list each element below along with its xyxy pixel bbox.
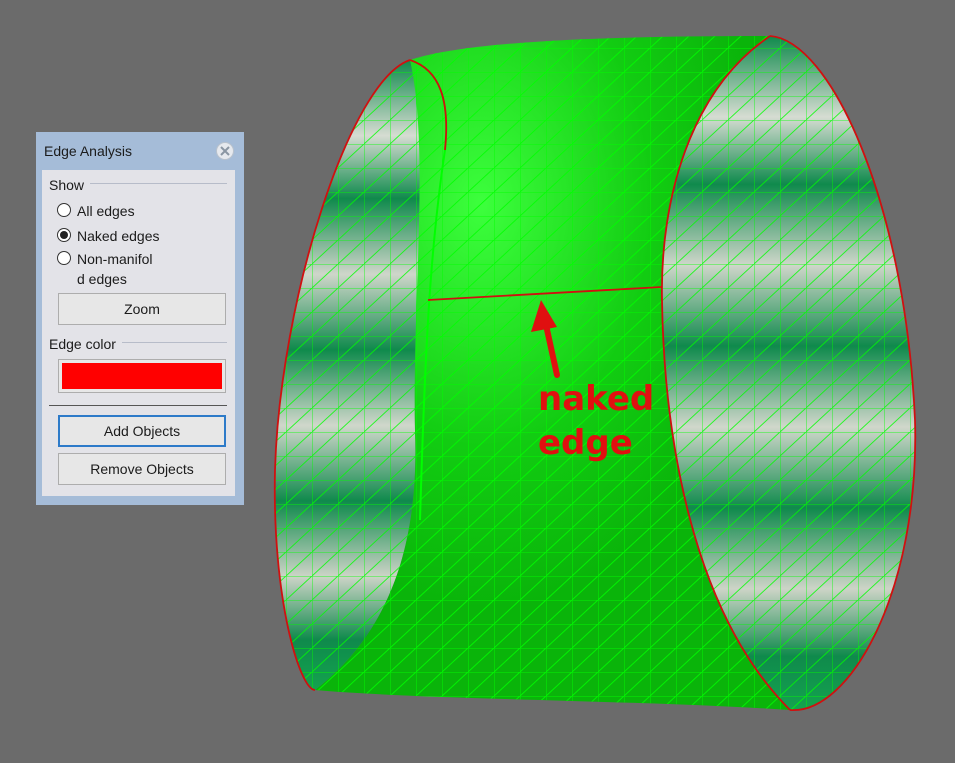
panel-titlebar[interactable]: Edge Analysis xyxy=(36,132,244,169)
separator xyxy=(49,405,227,406)
radio-label: Naked edges xyxy=(77,228,160,244)
annotation-label-line2: edge xyxy=(538,423,633,463)
annotation-label-line1: naked xyxy=(538,379,654,419)
show-group-label: Show xyxy=(49,177,91,193)
edge-color-swatch[interactable] xyxy=(58,359,226,393)
edge-analysis-panel: Edge Analysis Show All edges Naked edges… xyxy=(36,132,244,505)
radio-label: All edges xyxy=(77,203,135,219)
radio-button-selected[interactable] xyxy=(57,228,71,242)
radio-button[interactable] xyxy=(57,203,71,217)
edge-color-fill xyxy=(62,363,222,389)
edge-color-label: Edge color xyxy=(49,336,122,352)
remove-objects-button[interactable]: Remove Objects xyxy=(58,453,226,485)
panel-body: Show All edges Naked edges Non-manifol d… xyxy=(42,170,235,496)
panel-title: Edge Analysis xyxy=(44,143,132,159)
zoom-button[interactable]: Zoom xyxy=(58,293,226,325)
close-icon[interactable] xyxy=(216,142,234,160)
add-objects-button[interactable]: Add Objects xyxy=(58,415,226,447)
radio-label: Non-manifol xyxy=(77,251,153,267)
radio-label-wrap: d edges xyxy=(77,271,127,287)
radio-button[interactable] xyxy=(57,251,71,265)
